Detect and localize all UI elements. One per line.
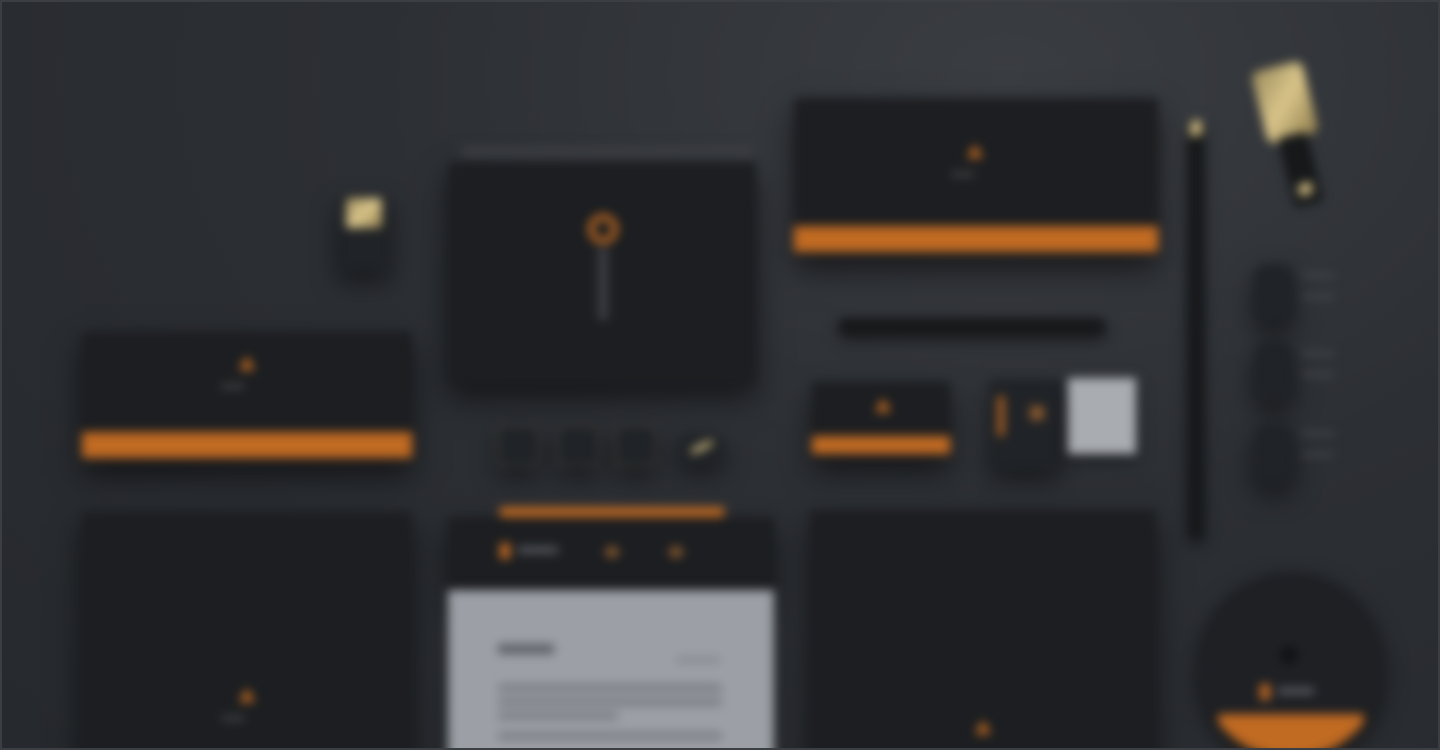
blurred-mockup: ▬▬▬ ▬▬▬ ▬▬▬ <box>2 2 1438 748</box>
stationery-mockup-scene: ▬▬▬ ▬▬▬ ▬▬▬ <box>0 0 1440 750</box>
accent-stripe <box>500 507 724 517</box>
pin-1 <box>1254 264 1294 326</box>
business-card <box>812 382 950 458</box>
brand-logo-icon <box>964 144 986 162</box>
brand-logo-icon <box>236 688 258 706</box>
brand-logo-label: ▬▬▬ <box>952 170 975 178</box>
pin-3-label <box>1302 432 1334 456</box>
usb-drive-icon <box>338 196 390 272</box>
envelope-top-right: ▬▬▬ <box>794 98 1158 256</box>
white-card <box>1068 378 1136 454</box>
box-lid-edge <box>462 147 752 157</box>
card-holder <box>990 380 1062 470</box>
letterhead-header <box>448 507 774 592</box>
pin-1-label <box>1302 274 1334 298</box>
letter-paper <box>448 590 774 748</box>
box-center <box>448 162 756 384</box>
badge-3 <box>616 426 656 466</box>
badge-2 <box>558 426 598 466</box>
folder-left: ▬▬▬ <box>82 512 412 748</box>
pin-2 <box>1254 342 1294 404</box>
usb-key-icon <box>1247 59 1343 220</box>
folder-right <box>810 510 1156 748</box>
accent-stripe <box>794 226 1158 252</box>
brand-logo-label: ▬▬▬ <box>222 382 245 390</box>
clip-icon <box>678 434 724 464</box>
badge-1 <box>498 426 538 466</box>
brand-logo-icon <box>872 398 894 416</box>
accent-stripe <box>812 436 950 454</box>
pencil-icon <box>1188 120 1204 538</box>
round-coaster <box>1198 572 1384 748</box>
pin-3 <box>1254 424 1294 486</box>
pen-icon <box>838 318 1106 334</box>
accent-stripe <box>82 432 412 458</box>
pin-2-label <box>1302 352 1334 376</box>
brand-logo-icon <box>972 720 994 738</box>
accent-stripe <box>1218 714 1364 748</box>
brand-logo-icon <box>236 356 258 374</box>
envelope-left: ▬▬▬ <box>82 332 412 462</box>
brand-logo-label: ▬▬▬ <box>222 714 245 722</box>
